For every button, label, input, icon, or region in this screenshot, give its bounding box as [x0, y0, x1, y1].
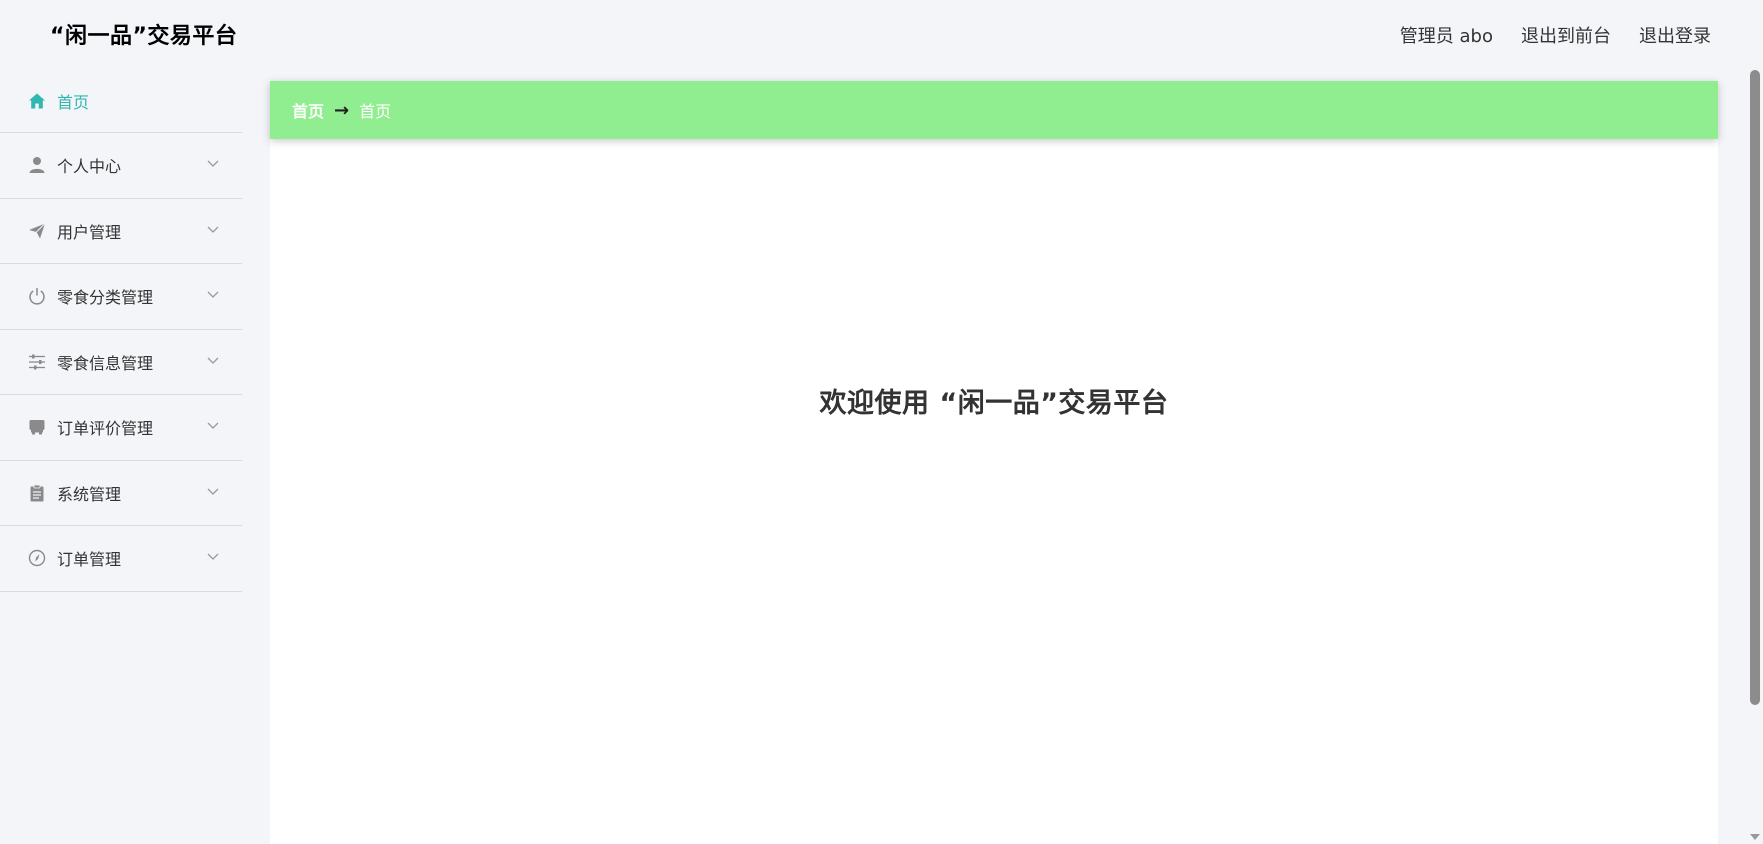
scrollbar-thumb[interactable]: [1750, 70, 1760, 705]
compass-icon: [28, 549, 46, 567]
breadcrumb-arrow-icon: →: [334, 99, 350, 121]
chevron-down-icon: [207, 488, 219, 495]
logout-link[interactable]: 退出登录: [1639, 22, 1711, 48]
sidebar-item-label: 首页: [57, 93, 90, 112]
sidebar-item-home[interactable]: 首页: [0, 70, 242, 133]
clipboard-icon: [28, 484, 46, 502]
user-icon: [28, 156, 46, 174]
paper-plane-icon: [28, 222, 46, 240]
inbox-icon: [28, 418, 46, 436]
chevron-down-icon: [207, 553, 219, 561]
sidebar-item-label: 个人中心: [57, 157, 122, 177]
main-content: 首页 → 首页 欢迎使用 “闲一品”交易平台: [270, 81, 1718, 844]
sidebar: 首页 个人中心 用户管理 零食分类管理 零食信息管理 订单评价管理 系统管理 订…: [0, 70, 242, 844]
sidebar-item-label: 零食信息管理: [57, 353, 154, 373]
sliders-icon: [28, 353, 46, 371]
chevron-down-icon: [207, 291, 219, 299]
top-bar: “闲一品”交易平台 管理员 abo 退出到前台 退出登录: [0, 0, 1763, 70]
app-title: “闲一品”交易平台: [50, 24, 238, 49]
chevron-down-icon: [207, 422, 219, 430]
sidebar-item-personal-center[interactable]: 个人中心: [0, 133, 242, 199]
page-scrollbar[interactable]: [1746, 70, 1763, 844]
sidebar-item-snack-info-management[interactable]: 零食信息管理: [0, 330, 242, 395]
sidebar-item-order-management[interactable]: 订单管理: [0, 526, 242, 592]
sidebar-item-system-management[interactable]: 系统管理: [0, 461, 242, 526]
sidebar-item-user-management[interactable]: 用户管理: [0, 199, 242, 264]
top-links: 管理员 abo 退出到前台 退出登录: [1400, 22, 1711, 48]
breadcrumb-current: 首页: [359, 102, 392, 121]
back-to-front-link[interactable]: 退出到前台: [1521, 22, 1611, 48]
sidebar-item-label: 订单评价管理: [57, 419, 154, 439]
chevron-down-icon: [207, 357, 219, 364]
sidebar-item-label: 系统管理: [57, 484, 122, 504]
chevron-down-icon: [207, 160, 219, 168]
scroll-down-arrow-icon[interactable]: [1750, 834, 1760, 840]
sidebar-item-order-review-management[interactable]: 订单评价管理: [0, 395, 242, 461]
chevron-down-icon: [207, 226, 219, 233]
sidebar-item-snack-category-management[interactable]: 零食分类管理: [0, 264, 242, 330]
breadcrumb-home-link[interactable]: 首页: [292, 98, 324, 122]
breadcrumb: 首页 → 首页: [270, 81, 1718, 139]
power-icon: [28, 287, 46, 305]
user-label[interactable]: 管理员 abo: [1400, 22, 1493, 48]
welcome-text: 欢迎使用 “闲一品”交易平台: [819, 388, 1169, 419]
sidebar-item-label: 订单管理: [57, 550, 122, 570]
sidebar-item-label: 零食分类管理: [57, 288, 154, 308]
home-icon: [28, 92, 46, 110]
sidebar-item-label: 用户管理: [57, 222, 122, 242]
